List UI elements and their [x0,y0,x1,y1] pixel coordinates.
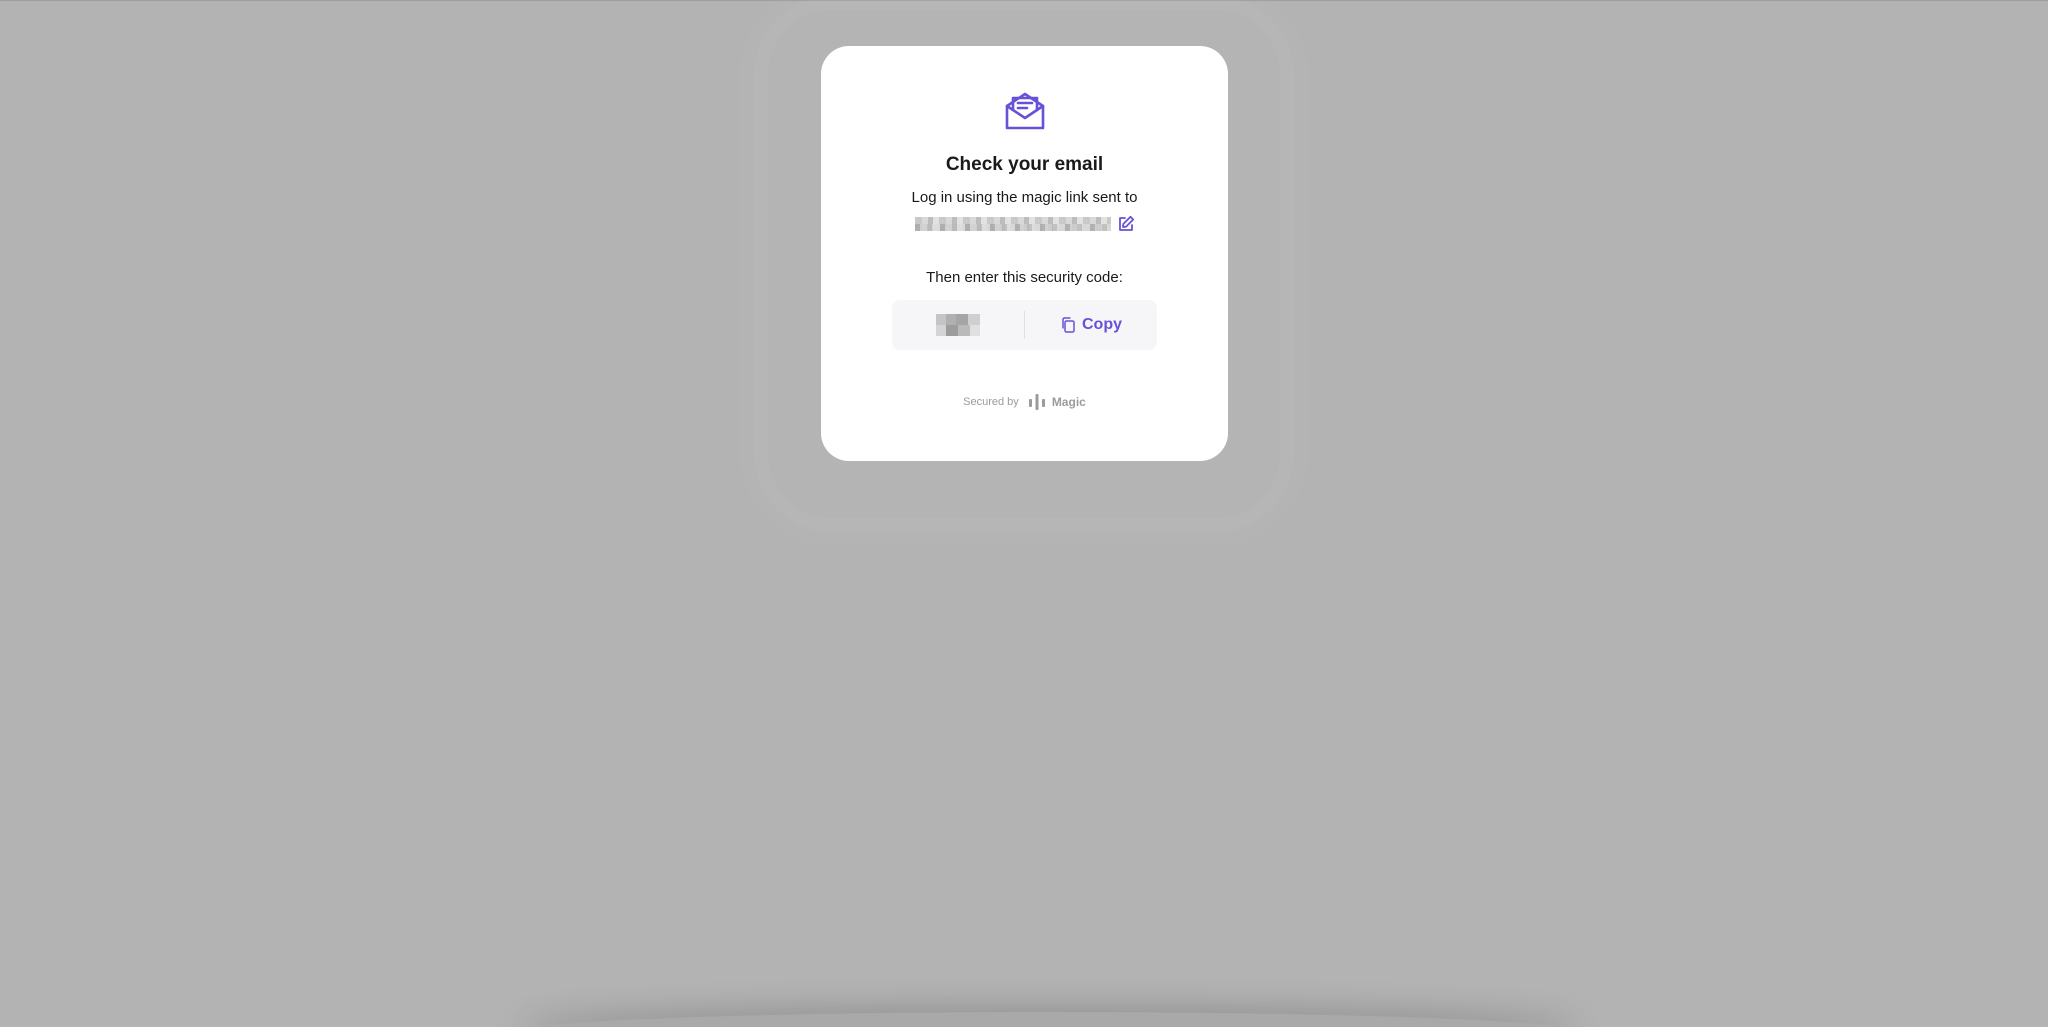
security-code-prompt: Then enter this security code: [926,269,1123,286]
security-code-value [892,314,1024,336]
copy-label: Copy [1082,316,1122,333]
security-code-box: Copy [892,300,1157,350]
copy-icon [1062,317,1075,333]
magic-brand-label: Magic [1051,395,1086,409]
redacted-code [936,314,980,336]
redacted-email [914,217,1111,231]
magic-logo-icon [1028,394,1045,410]
check-email-dialog: Check your email Log in using the magic … [821,46,1228,461]
window-top-border [0,0,2048,1]
secured-by-text: Secured by [963,396,1019,408]
copy-button[interactable]: Copy [1025,300,1157,350]
bottom-shadow [520,1012,1580,1027]
magic-brand[interactable]: Magic [1027,392,1086,412]
email-row [821,214,1228,234]
dialog-title: Check your email [945,154,1104,175]
edit-icon[interactable] [1117,215,1135,233]
open-envelope-icon [1005,92,1045,130]
footer: Secured by Magic [821,392,1228,412]
dialog-description: Log in using the magic link sent to [911,189,1138,206]
